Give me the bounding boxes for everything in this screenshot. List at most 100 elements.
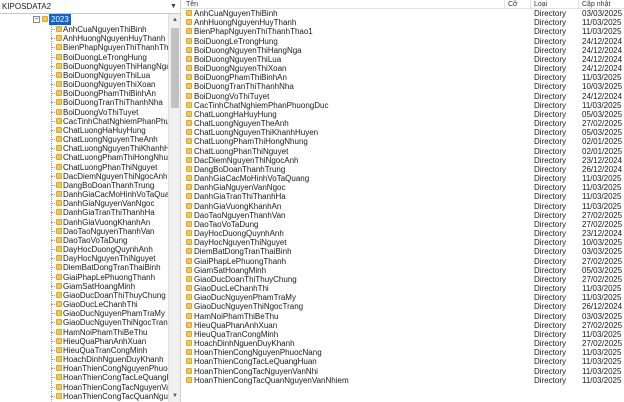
tree-item[interactable]: DangBoDoanThanhTrung	[51, 181, 168, 190]
tree-item[interactable]: GiaoDucNguyenPhamTraMy	[51, 309, 168, 318]
tree-item[interactable]: BoiDuongNguyenThiLua	[51, 71, 168, 80]
tree-item[interactable]: DaoTaoVoTaDung	[51, 236, 168, 245]
column-divider[interactable]	[530, 0, 531, 9]
tree-item[interactable]: ChatLuongPhamThiHongNhung	[51, 153, 168, 162]
table-row[interactable]: AnhHuongNguyenHuyThanh Directory 11/03/202…	[182, 18, 624, 27]
tree-item[interactable]: HoanThienCongTacLeQuangHuan	[51, 373, 168, 382]
table-row[interactable]: BoiDuongPhamThiBinhAn Directory 11/03/2025	[182, 73, 624, 82]
tree-item[interactable]: DanhGiaVuongKhanhAn	[51, 218, 168, 227]
tree-item[interactable]: BoiDuongNguyenThiXoan	[51, 80, 168, 89]
tree-item[interactable]: DanhGiaCacMoHinhVoTaQuang	[51, 190, 168, 199]
tree-item[interactable]: BoiDuongVoThiTuyet	[51, 108, 168, 117]
tree-item[interactable]: HamNoiPhamThiBeThu	[51, 328, 168, 337]
tree-item[interactable]: BienPhapNguyenThiThanhThao1	[51, 43, 168, 52]
tree-item[interactable]: HieuQuaTranCongMinh	[51, 346, 168, 355]
tree-item[interactable]: DacDiemNguyenThiNgocAnh	[51, 172, 168, 181]
table-row[interactable]: GiaoDucLeChanhThi Directory 11/03/2025	[182, 284, 624, 293]
table-row[interactable]: HoanThienCongTacNguyenVanNhi Directory 11/…	[182, 367, 624, 376]
tree-item[interactable]: AnhCuaNguyenThiBinh	[51, 25, 168, 34]
table-row[interactable]: GiaoDucNguyenThiNgocTrang Directory 26/12/…	[182, 302, 624, 311]
table-row[interactable]: GiamSatHoangMinh Directory 05/03/2025	[182, 266, 624, 275]
tree-item[interactable]: ChatLuongNguyenTheAnh	[51, 135, 168, 144]
table-row[interactable]: ChatLuongNguyenTheAnh Directory 27/02/2025	[182, 119, 624, 128]
table-row[interactable]: BoiDuongNguyenThiLua Directory 24/12/2024	[182, 55, 624, 64]
table-row[interactable]: BoiDuongLeTrongHung Directory 24/12/2024	[182, 37, 624, 46]
table-row[interactable]: DanhGiaVuongKhanhAn Directory 11/03/2025	[182, 202, 624, 211]
column-header-size[interactable]: Cỡ	[508, 0, 518, 9]
tree-item[interactable]: BoiDuongPhamThiBinhAn	[51, 89, 168, 98]
tree-item[interactable]: HoachDinhNguenDuyKhanh	[51, 355, 168, 364]
table-row[interactable]: ChatLuongNguyenThiKhanhHuyen Directory 05/…	[182, 128, 624, 137]
table-row[interactable]: ChatLuongPhamThiHongNhung Directory 02/01/…	[182, 137, 624, 146]
table-row[interactable]: CacTinhChatNghiemPhanPhuongDuc Directory 1…	[182, 101, 624, 110]
tree-item[interactable]: DanhGiaTranThiThanhHa	[51, 208, 168, 217]
tree-item[interactable]: BoiDuongNguyenThiHangNga	[51, 62, 168, 71]
table-row[interactable]: BienPhapNguyenThiThanhThao1 Directory 11/0…	[182, 27, 624, 36]
table-row[interactable]: DaoTaoVoTaDung Directory 27/02/2025	[182, 220, 624, 229]
table-row[interactable]: GiaoDucNguyenPhamTraMy Directory 11/03/202…	[182, 293, 624, 302]
table-row[interactable]: BoiDuongNguyenThiXoan Directory 24/12/2024	[182, 64, 624, 73]
table-row[interactable]: DangBoDoanThanhTrung Directory 26/12/2024	[182, 165, 624, 174]
column-divider[interactable]	[504, 0, 505, 9]
table-row[interactable]: HamNoiPhamThiBeThu Directory 03/03/2025	[182, 312, 624, 321]
tree-item[interactable]: DayHocDuongQuynhAnh	[51, 245, 168, 254]
table-row[interactable]: HoanThienCongNguyenPhuocNang Directory 11/…	[182, 348, 624, 357]
column-header-type[interactable]: Loại	[534, 0, 547, 9]
tree-item[interactable]: BoiDuongLeTrongHung	[51, 53, 168, 62]
table-row[interactable]: DaoTaoNguyenThanhVan Directory 27/02/2025	[182, 211, 624, 220]
table-row[interactable]: DanhGiaTranThiThanhHa Directory 11/03/2025	[182, 192, 624, 201]
tree-item[interactable]: GiaoDucNguyenThiNgocTrang	[51, 318, 168, 327]
tree-item[interactable]: GiamSatHoangMinh	[51, 282, 168, 291]
tree-item[interactable]: GiaiPhapLePhuongThanh	[51, 273, 168, 282]
tree-item[interactable]: HieuQuaPhanAnhXuan	[51, 337, 168, 346]
tree-item[interactable]: GiaoDucLeChanhThi	[51, 300, 168, 309]
tree-root-node[interactable]: − 2023	[0, 14, 168, 25]
tree-item[interactable]: BoiDuongTranThiThanhNha	[51, 98, 168, 107]
tree-item[interactable]: ChatLuongNguyenThiKhanhHuyen	[51, 144, 168, 153]
tree-item[interactable]: DanhGiaNguyenVanNgoc	[51, 199, 168, 208]
table-row[interactable]: HoachDinhNguenDuyKhanh Directory 27/02/202…	[182, 339, 624, 348]
tree-item[interactable]: AnhHuongNguyenHuyThanh	[51, 34, 168, 43]
tree-item[interactable]: GiaoDucDoanThiThuyChung	[51, 291, 168, 300]
arrow-down-icon[interactable]: ▼	[169, 390, 180, 402]
arrow-up-icon[interactable]: ▲	[169, 14, 180, 26]
column-divider[interactable]	[578, 0, 579, 9]
table-row[interactable]: BoiDuongVoThiTuyet Directory 24/12/2024	[182, 92, 624, 101]
tree-item[interactable]: DiemBatDongTranThaiBinh	[51, 263, 168, 272]
tree-item[interactable]: HoanThienCongTacNguyenVanNhi	[51, 383, 168, 392]
table-row[interactable]: BoiDuongNguyenThiHangNga Directory 24/12/2…	[182, 46, 624, 55]
column-header-date[interactable]: Cập nhật	[582, 0, 610, 9]
table-row[interactable]: ChatLuongPhanThiNguyet Directory 02/01/202…	[182, 147, 624, 156]
table-row[interactable]: HieuQuaPhanAnhXuan Directory 27/02/2025	[182, 321, 624, 330]
drive-selector[interactable]: KIPOSDATA2 ▼	[0, 0, 180, 14]
tree-item[interactable]: HoanThienCongNguyenPhuocNang	[51, 364, 168, 373]
tree-root-label[interactable]: 2023	[49, 14, 71, 25]
table-row[interactable]: HieuQuaTranCongMinh Directory 11/03/2025	[182, 330, 624, 339]
table-row[interactable]: HoanThienCongTacLeQuangHuan Directory 11/0…	[182, 357, 624, 366]
tree-item[interactable]: DayHocNguyenThiNguyet	[51, 254, 168, 263]
table-row[interactable]: DanhGiaCacMoHinhVoTaQuang Directory 11/03/…	[182, 174, 624, 183]
collapse-icon[interactable]: −	[33, 16, 40, 23]
table-row[interactable]: HoanThienCongTacQuanNguyenVanNhiem Direct…	[182, 376, 624, 385]
tree-scrollbar[interactable]: ▲ ▼	[168, 14, 180, 402]
scrollbar-thumb[interactable]	[171, 28, 179, 108]
tree-item-label: BoiDuongNguyenThiHangNga	[63, 61, 168, 71]
table-row[interactable]: BoiDuongTranThiThanhNha Directory 10/03/20…	[182, 82, 624, 91]
table-row[interactable]: DayHocNguyenThiNguyet Directory 10/03/2025	[182, 238, 624, 247]
table-row[interactable]: DacDiemNguyenThiNgocAnh Directory 23/12/20…	[182, 156, 624, 165]
row-name: GiamSatHoangMinh	[194, 265, 267, 275]
table-row[interactable]: AnhCuaNguyenThiBinh Directory 03/03/2025	[182, 9, 624, 18]
tree-item[interactable]: HoanThienCongTacQuanNguyenVanNhi	[51, 392, 168, 401]
table-row[interactable]: GiaiPhapLePhuongThanh Directory 27/02/2025	[182, 257, 624, 266]
chevron-down-icon[interactable]: ▼	[168, 1, 179, 12]
tree-item[interactable]: CacTinhChatNghiemPhanPhuongDuc	[51, 117, 168, 126]
tree-item[interactable]: DaoTaoNguyenThanhVan	[51, 227, 168, 236]
tree-item[interactable]: ChatLuongHaHuyHung	[51, 126, 168, 135]
column-header-name[interactable]: Tên	[186, 0, 198, 9]
table-row[interactable]: DayHocDuongQuynhAnh Directory 23/12/2024	[182, 229, 624, 238]
table-row[interactable]: DiemBatDongTranThaiBinh Directory 03/03/20…	[182, 247, 624, 256]
tree-item[interactable]: ChatLuongPhanThiNguyet	[51, 163, 168, 172]
table-row[interactable]: ChatLuongHaHuyHung Directory 05/03/2025	[182, 110, 624, 119]
table-row[interactable]: GiaoDucDoanThiThuyChung Directory 27/02/20…	[182, 275, 624, 284]
table-row[interactable]: DanhGiaNguyenVanNgoc Directory 11/03/2025	[182, 183, 624, 192]
